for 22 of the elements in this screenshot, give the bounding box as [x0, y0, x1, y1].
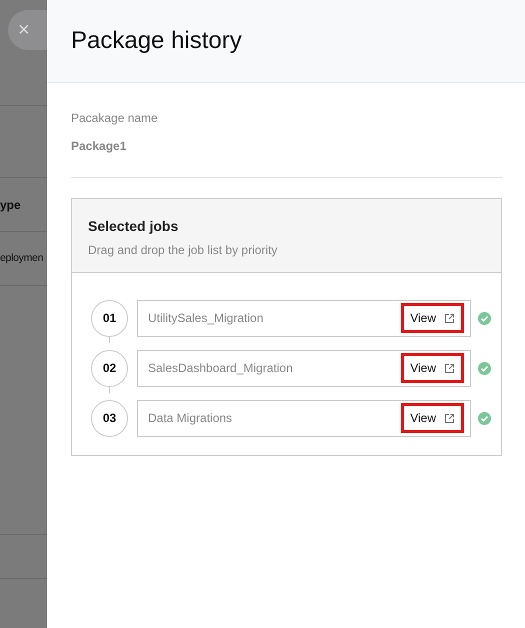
- column-header: eploymen: [0, 250, 44, 266]
- job-name: SalesDashboard_Migration: [148, 360, 293, 377]
- external-link-icon: [444, 312, 455, 324]
- external-link-icon: [444, 362, 455, 374]
- step-number: 02: [91, 350, 128, 386]
- job-name: UtilitySales_Migration: [148, 310, 264, 327]
- view-button[interactable]: View: [401, 303, 464, 333]
- step-number: 03: [91, 400, 128, 436]
- job-item[interactable]: SalesDashboard_Migration View: [137, 350, 471, 386]
- view-button[interactable]: View: [401, 353, 464, 383]
- panel-title: Package history: [71, 26, 242, 56]
- view-button[interactable]: View: [401, 403, 464, 433]
- field-value: Package1: [71, 138, 128, 155]
- field-label: Pacakage name: [71, 110, 159, 127]
- column-header: ype: [0, 196, 21, 214]
- job-name: Data Migrations: [148, 410, 232, 427]
- external-link-icon: [444, 412, 455, 424]
- step-number: 01: [91, 300, 128, 336]
- card-subtitle: Drag and drop the job list by priority: [88, 242, 278, 259]
- job-item[interactable]: Data Migrations View: [137, 400, 471, 436]
- job-item[interactable]: UtilitySales_Migration View: [137, 300, 471, 336]
- card-title: Selected jobs: [88, 217, 180, 236]
